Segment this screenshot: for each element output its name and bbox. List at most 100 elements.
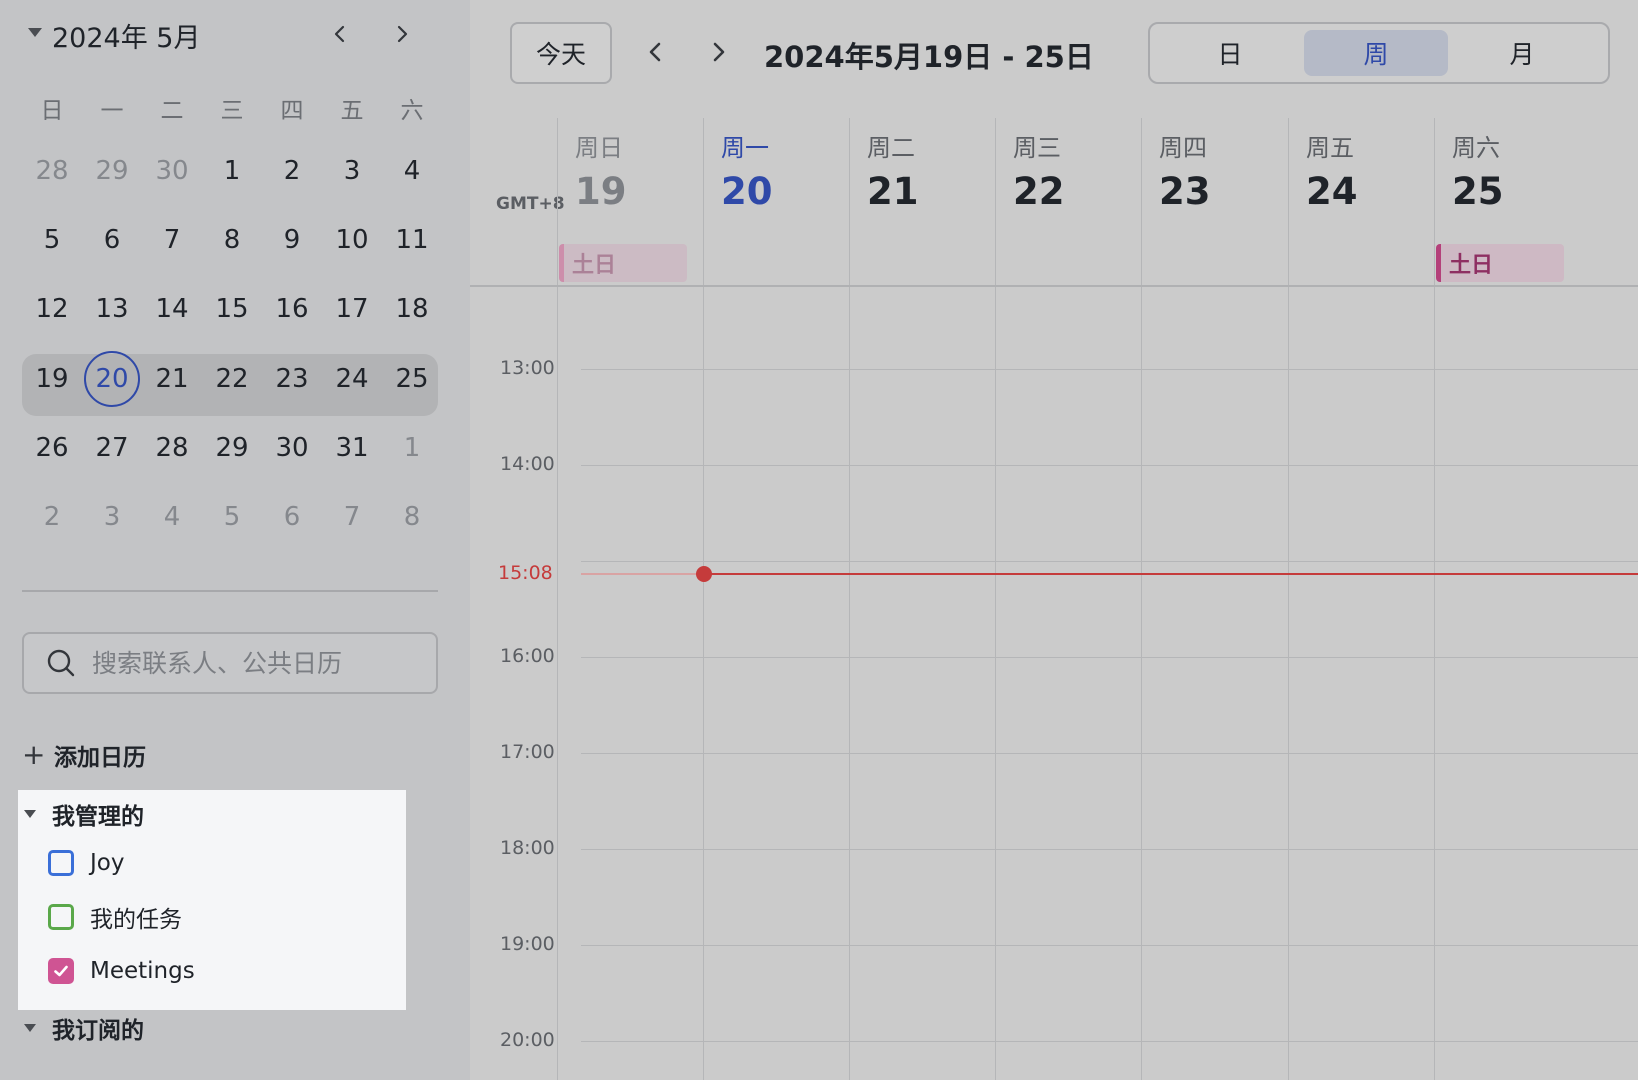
mini-day[interactable]: 2 bbox=[262, 136, 322, 205]
mini-day-number: 4 bbox=[163, 502, 181, 533]
hour-gridline bbox=[581, 1041, 1638, 1042]
mini-day-number: 29 bbox=[215, 432, 249, 463]
calendar-item[interactable]: 我的任务 bbox=[48, 900, 182, 934]
day-header[interactable]: 周四 23 bbox=[1141, 118, 1288, 286]
search-input[interactable] bbox=[92, 648, 412, 678]
mini-day-number: 29 bbox=[95, 155, 129, 186]
view-option-day[interactable]: 日 bbox=[1158, 30, 1302, 76]
mini-day[interactable]: 17 bbox=[322, 275, 382, 344]
mini-day[interactable]: 22 bbox=[202, 344, 262, 413]
mini-day[interactable]: 1 bbox=[382, 413, 442, 482]
day-of-week-label: 周一 bbox=[721, 134, 769, 162]
mini-day[interactable]: 12 bbox=[22, 275, 82, 344]
mini-day[interactable]: 15 bbox=[202, 275, 262, 344]
mini-day[interactable]: 1 bbox=[202, 136, 262, 205]
mini-day[interactable]: 26 bbox=[22, 413, 82, 482]
today-button[interactable]: 今天 bbox=[510, 22, 612, 84]
column-divider bbox=[557, 118, 558, 286]
current-time-label: 15:08 bbox=[498, 561, 553, 584]
calendar-checkbox[interactable] bbox=[48, 850, 74, 876]
mini-day[interactable]: 27 bbox=[82, 413, 142, 482]
calendar-checkbox[interactable] bbox=[48, 904, 74, 930]
day-header[interactable]: 周三 22 bbox=[995, 118, 1141, 286]
next-week-button[interactable] bbox=[700, 34, 736, 70]
mini-day-number: 4 bbox=[403, 155, 421, 186]
mini-calendar-prev-button[interactable] bbox=[324, 18, 356, 50]
mini-day[interactable]: 30 bbox=[262, 413, 322, 482]
mini-day[interactable]: 4 bbox=[382, 136, 442, 205]
mini-day[interactable]: 11 bbox=[382, 205, 442, 274]
mini-day-number: 19 bbox=[35, 363, 69, 394]
mini-day-number: 17 bbox=[335, 294, 369, 325]
mini-day-number: 20 bbox=[84, 350, 140, 407]
hour-label: 19:00 bbox=[500, 933, 555, 955]
all-day-event[interactable]: 土日 bbox=[559, 244, 687, 282]
mini-day[interactable]: 28 bbox=[22, 136, 82, 205]
mini-day-today[interactable]: 20 bbox=[82, 344, 142, 413]
mini-day[interactable]: 31 bbox=[322, 413, 382, 482]
mini-day-number: 8 bbox=[403, 502, 421, 533]
day-header[interactable]: 周一 20 bbox=[703, 118, 849, 286]
subscribed-group-label: 我订阅的 bbox=[52, 1018, 144, 1044]
mini-day[interactable]: 16 bbox=[262, 275, 322, 344]
mini-day[interactable]: 6 bbox=[262, 482, 322, 551]
calendar-item[interactable]: Meetings bbox=[48, 954, 195, 988]
collapse-caret-icon[interactable] bbox=[28, 28, 42, 37]
mini-day-number: 12 bbox=[35, 294, 69, 325]
chevron-right-icon bbox=[713, 42, 725, 62]
mini-day[interactable]: 8 bbox=[382, 482, 442, 551]
managed-group-label: 我管理的 bbox=[52, 804, 144, 830]
mini-day[interactable]: 6 bbox=[82, 205, 142, 274]
mini-day[interactable]: 28 bbox=[142, 413, 202, 482]
calendar-checkbox[interactable] bbox=[48, 958, 74, 984]
search-box[interactable] bbox=[22, 632, 438, 694]
mini-day[interactable]: 14 bbox=[142, 275, 202, 344]
mini-day[interactable]: 13 bbox=[82, 275, 142, 344]
mini-day[interactable]: 29 bbox=[82, 136, 142, 205]
mini-day[interactable]: 10 bbox=[322, 205, 382, 274]
mini-day-number: 24 bbox=[335, 363, 369, 394]
mini-day[interactable]: 3 bbox=[82, 482, 142, 551]
day-header[interactable]: 周二 21 bbox=[849, 118, 995, 286]
mini-day[interactable]: 9 bbox=[262, 205, 322, 274]
column-divider bbox=[849, 287, 850, 1080]
prev-week-button[interactable] bbox=[638, 34, 674, 70]
mini-day[interactable]: 19 bbox=[22, 344, 82, 413]
mini-day[interactable]: 4 bbox=[142, 482, 202, 551]
managed-group-toggle[interactable]: 我管理的 bbox=[18, 796, 144, 832]
mini-day[interactable]: 21 bbox=[142, 344, 202, 413]
mini-calendar-next-button[interactable] bbox=[386, 18, 418, 50]
column-divider bbox=[1141, 118, 1142, 286]
view-option-month[interactable]: 月 bbox=[1450, 30, 1594, 76]
day-header[interactable]: 周五 24 bbox=[1288, 118, 1434, 286]
mini-day[interactable]: 24 bbox=[322, 344, 382, 413]
all-day-event[interactable]: 土日 bbox=[1436, 244, 1564, 282]
column-divider bbox=[1288, 287, 1289, 1080]
mini-day[interactable]: 23 bbox=[262, 344, 322, 413]
mini-day[interactable]: 8 bbox=[202, 205, 262, 274]
date-range-title: 2024年5月19日 - 25日 bbox=[764, 40, 1094, 74]
mini-day[interactable]: 7 bbox=[322, 482, 382, 551]
time-grid[interactable]: 13:00 14:00 16:00 17:00 18:00 19:00 20:00 15:08 bbox=[470, 287, 1638, 1080]
mini-day[interactable]: 25 bbox=[382, 344, 442, 413]
mini-day[interactable]: 2 bbox=[22, 482, 82, 551]
view-option-week[interactable]: 周 bbox=[1304, 30, 1448, 76]
mini-day[interactable]: 5 bbox=[22, 205, 82, 274]
hour-gridline bbox=[581, 753, 1638, 754]
subscribed-group-toggle[interactable]: 我订阅的 bbox=[18, 1010, 144, 1046]
mini-day-number: 3 bbox=[343, 155, 361, 186]
mini-day[interactable]: 29 bbox=[202, 413, 262, 482]
calendar-item[interactable]: Joy bbox=[48, 846, 124, 880]
calendar-item-label: Meetings bbox=[90, 958, 195, 984]
mini-day[interactable]: 3 bbox=[322, 136, 382, 205]
mini-day[interactable]: 5 bbox=[202, 482, 262, 551]
weekday-label: 日 bbox=[40, 98, 64, 124]
mini-day[interactable]: 30 bbox=[142, 136, 202, 205]
mini-day[interactable]: 7 bbox=[142, 205, 202, 274]
mini-day[interactable]: 18 bbox=[382, 275, 442, 344]
add-calendar-label: 添加日历 bbox=[54, 745, 146, 771]
sidebar-divider bbox=[22, 590, 438, 592]
add-calendar-button[interactable]: + 添加日历 bbox=[22, 738, 146, 772]
mini-day-number: 5 bbox=[223, 502, 241, 533]
weekday-label: 一 bbox=[100, 98, 124, 124]
